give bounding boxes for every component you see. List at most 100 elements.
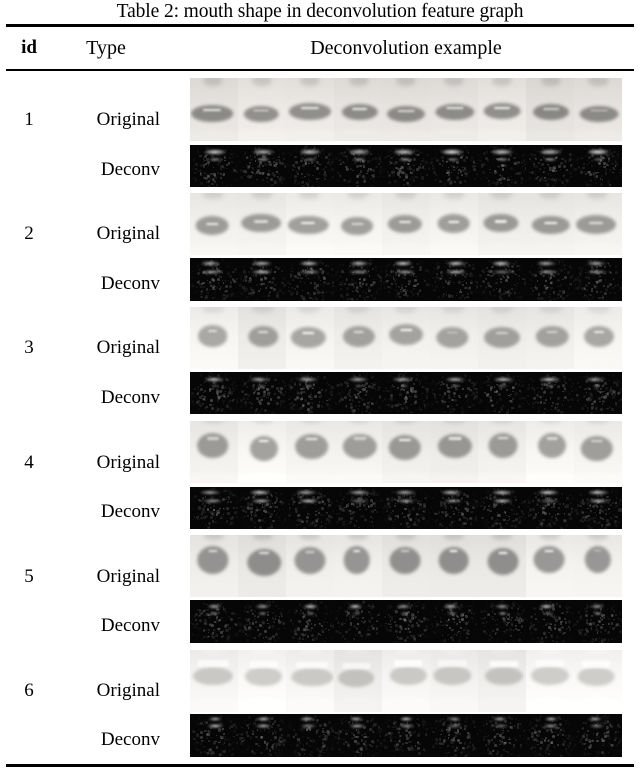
mouth-deconv-frame	[574, 258, 622, 301]
mouth-original-frame	[382, 307, 430, 369]
mouth-deconv-frame	[526, 145, 574, 187]
mouth-original-frame	[286, 650, 334, 712]
mouth-deconv-frame	[334, 600, 382, 643]
mouth-deconv-frame	[478, 714, 526, 757]
row-label-deconv: Deconv	[100, 159, 160, 180]
deconv-image-strip	[190, 714, 622, 757]
mouth-original-frame	[286, 421, 334, 483]
mouth-deconv-frame	[574, 145, 622, 187]
original-image-strip	[190, 535, 622, 597]
mouth-deconv-frame	[286, 487, 334, 529]
mouth-deconv-frame	[286, 372, 334, 414]
mouth-original-frame	[574, 307, 622, 369]
mouth-original-frame	[190, 421, 238, 483]
mouth-deconv-frame	[478, 487, 526, 529]
mouth-deconv-frame	[382, 714, 430, 757]
mouth-deconv-frame	[478, 372, 526, 414]
mouth-deconv-frame	[286, 145, 334, 187]
mouth-deconv-frame	[574, 714, 622, 757]
mouth-original-frame	[478, 307, 526, 369]
deconv-image-strip	[190, 600, 622, 643]
column-header-type: Type	[86, 37, 126, 59]
row-id: 3	[24, 337, 34, 358]
mouth-deconv-frame	[430, 487, 478, 529]
row-label-original: Original	[96, 223, 160, 244]
original-image-strip	[190, 650, 622, 712]
mouth-deconv-frame	[382, 258, 430, 301]
mouth-deconv-frame	[526, 258, 574, 301]
mouth-original-frame	[478, 535, 526, 597]
row-id: 4	[24, 452, 34, 473]
mouth-original-frame	[334, 193, 382, 255]
mouth-original-frame	[526, 307, 574, 369]
mouth-deconv-frame	[574, 600, 622, 643]
mouth-deconv-frame	[238, 600, 286, 643]
row-label-original: Original	[96, 109, 160, 130]
column-header-example: Deconvolution example	[310, 37, 502, 59]
mouth-original-frame	[478, 650, 526, 712]
mouth-deconv-frame	[238, 372, 286, 414]
mouth-deconv-frame	[286, 258, 334, 301]
mouth-original-frame	[334, 307, 382, 369]
mouth-original-frame	[430, 307, 478, 369]
mouth-original-frame	[382, 193, 430, 255]
mouth-original-frame	[382, 78, 430, 141]
mouth-original-frame	[430, 650, 478, 712]
mouth-original-frame	[574, 650, 622, 712]
mouth-deconv-frame	[190, 600, 238, 643]
mouth-original-frame	[238, 78, 286, 141]
mouth-original-frame	[238, 535, 286, 597]
mouth-deconv-frame	[286, 600, 334, 643]
mouth-deconv-frame	[526, 487, 574, 529]
mouth-original-frame	[526, 535, 574, 597]
mouth-deconv-frame	[334, 372, 382, 414]
mouth-original-frame	[238, 193, 286, 255]
mouth-deconv-frame	[286, 714, 334, 757]
mouth-original-frame	[574, 78, 622, 141]
table-header-rule	[6, 69, 634, 71]
mouth-deconv-frame	[334, 258, 382, 301]
mouth-deconv-frame	[190, 145, 238, 187]
mouth-deconv-frame	[430, 258, 478, 301]
mouth-deconv-frame	[478, 600, 526, 643]
deconv-image-strip	[190, 487, 622, 529]
row-label-original: Original	[96, 680, 160, 701]
mouth-original-frame	[238, 421, 286, 483]
mouth-deconv-frame	[190, 714, 238, 757]
mouth-original-frame	[238, 307, 286, 369]
row-id: 2	[24, 223, 34, 244]
mouth-original-frame	[334, 421, 382, 483]
mouth-deconv-frame	[526, 714, 574, 757]
mouth-deconv-frame	[574, 372, 622, 414]
mouth-original-frame	[382, 421, 430, 483]
mouth-original-frame	[286, 193, 334, 255]
mouth-original-frame	[526, 193, 574, 255]
mouth-deconv-frame	[430, 145, 478, 187]
mouth-original-frame	[574, 193, 622, 255]
row-label-original: Original	[96, 452, 160, 473]
mouth-original-frame	[430, 421, 478, 483]
mouth-deconv-frame	[190, 372, 238, 414]
mouth-deconv-frame	[478, 258, 526, 301]
mouth-deconv-frame	[334, 714, 382, 757]
mouth-original-frame	[190, 78, 238, 141]
mouth-original-frame	[382, 535, 430, 597]
mouth-deconv-frame	[238, 714, 286, 757]
original-image-strip	[190, 421, 622, 483]
row-label-original: Original	[96, 566, 160, 587]
row-id: 5	[24, 566, 34, 587]
mouth-original-frame	[334, 535, 382, 597]
row-label-deconv: Deconv	[100, 501, 160, 522]
mouth-deconv-frame	[382, 145, 430, 187]
mouth-deconv-frame	[430, 600, 478, 643]
mouth-original-frame	[574, 535, 622, 597]
mouth-deconv-frame	[526, 372, 574, 414]
deconv-image-strip	[190, 372, 622, 414]
table-bottom-rule	[6, 764, 634, 767]
mouth-deconv-frame	[526, 600, 574, 643]
mouth-original-frame	[574, 421, 622, 483]
mouth-original-frame	[286, 78, 334, 141]
mouth-original-frame	[334, 650, 382, 712]
row-label-deconv: Deconv	[100, 273, 160, 294]
mouth-original-frame	[190, 535, 238, 597]
